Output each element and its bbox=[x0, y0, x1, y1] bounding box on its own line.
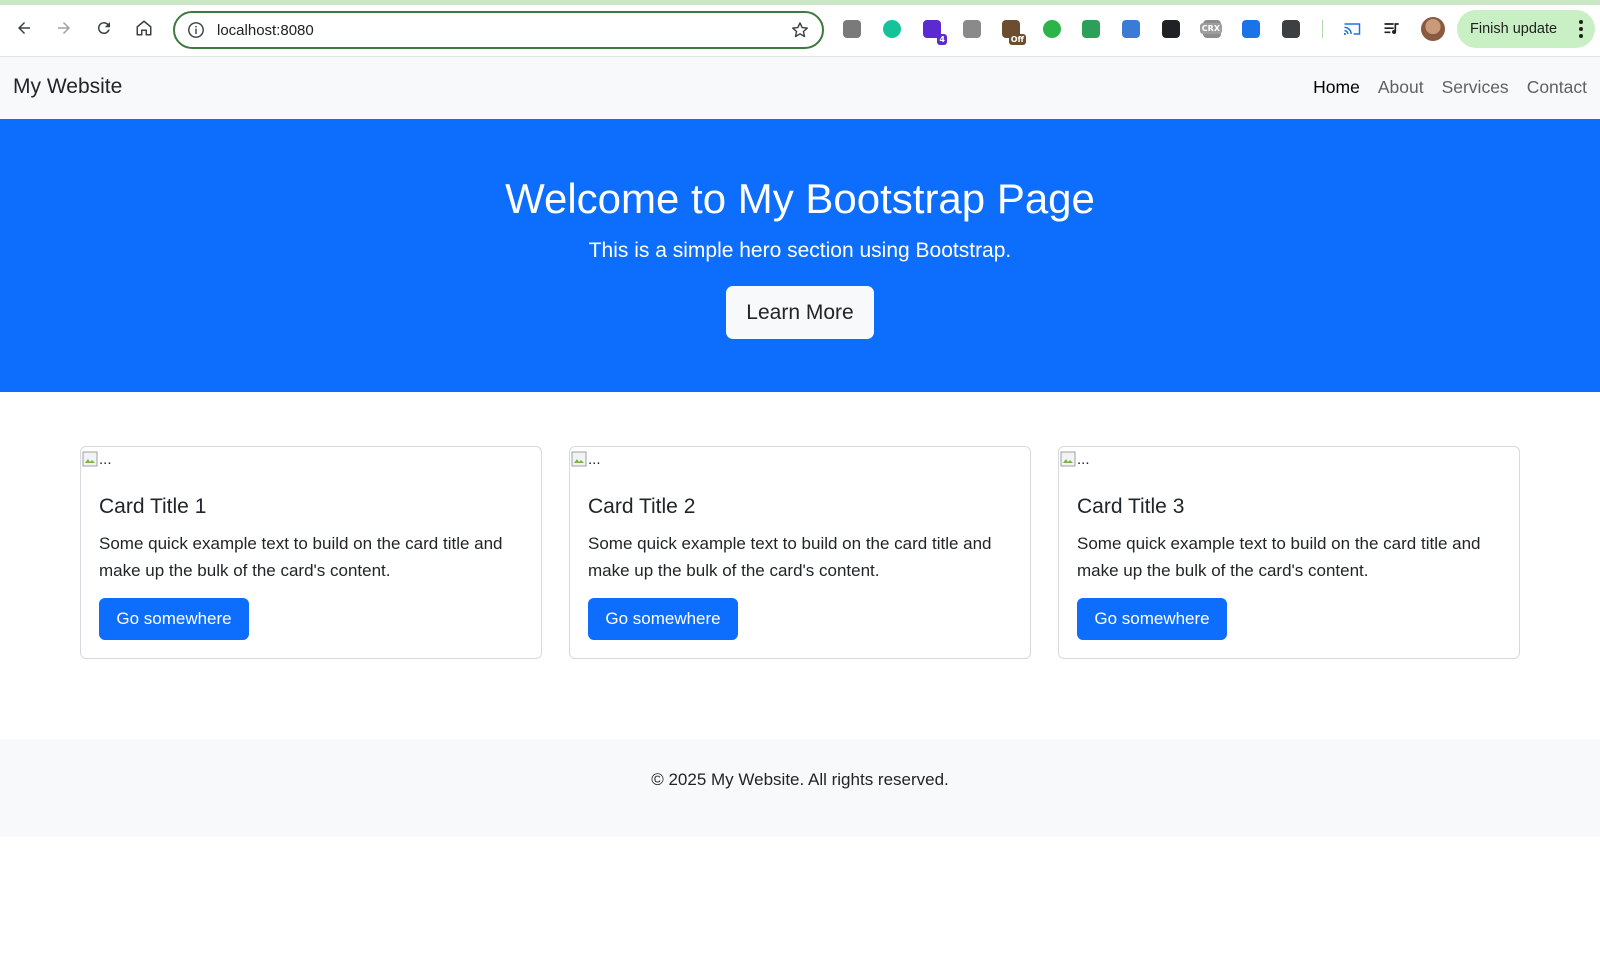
home-button[interactable] bbox=[132, 16, 156, 40]
shield-ext-glyph bbox=[1043, 20, 1061, 38]
card-image: ... bbox=[571, 448, 601, 470]
nav-links: Home About Services Contact bbox=[1313, 77, 1587, 98]
grammarly-glyph bbox=[883, 20, 901, 38]
hat-ext-icon[interactable]: 4 bbox=[921, 18, 947, 45]
reload-icon bbox=[97, 22, 110, 35]
card-image-alt: ... bbox=[99, 450, 112, 468]
card-text: Some quick example text to build on the … bbox=[1077, 534, 1481, 580]
extension-badge: 4 bbox=[937, 34, 947, 45]
card-2: ... Card Title 2 Some quick example text… bbox=[569, 446, 1031, 659]
broken-image-icon bbox=[571, 451, 587, 467]
card-image-alt: ... bbox=[1077, 450, 1090, 468]
tab-strip-edge bbox=[0, 0, 1600, 5]
profile-avatar[interactable] bbox=[1421, 17, 1445, 41]
blue-puzzle-ext-icon[interactable] bbox=[1240, 18, 1262, 40]
broken-image-icon bbox=[1060, 451, 1076, 467]
forward-button[interactable] bbox=[52, 16, 76, 40]
camera-ext-glyph bbox=[963, 20, 981, 38]
color-wheel-ext-glyph bbox=[1122, 20, 1140, 38]
card-text: Some quick example text to build on the … bbox=[588, 534, 992, 580]
puzzle-ext-glyph bbox=[843, 20, 861, 38]
finish-update-label: Finish update bbox=[1470, 21, 1558, 37]
dark-ext-icon[interactable] bbox=[1160, 18, 1182, 40]
nav-link-about[interactable]: About bbox=[1378, 77, 1424, 98]
go-somewhere-button[interactable]: Go somewhere bbox=[588, 598, 738, 640]
hero-subtitle: This is a simple hero section using Boot… bbox=[588, 239, 1012, 262]
cast-icon bbox=[1343, 23, 1361, 36]
color-wheel-ext-icon[interactable] bbox=[1120, 18, 1142, 40]
back-button[interactable] bbox=[12, 16, 36, 40]
site-footer: © 2025 My Website. All rights reserved. bbox=[0, 739, 1600, 837]
camera-ext-icon[interactable] bbox=[961, 18, 983, 40]
card-3: ... Card Title 3 Some quick example text… bbox=[1058, 446, 1520, 659]
dark-ext-glyph bbox=[1162, 20, 1180, 38]
card-image: ... bbox=[1060, 448, 1090, 470]
robot-ext-glyph bbox=[1082, 20, 1100, 38]
site-navbar: My Website Home About Services Contact bbox=[0, 57, 1600, 119]
card-text: Some quick example text to build on the … bbox=[99, 534, 503, 580]
extensions-icon[interactable] bbox=[1280, 18, 1302, 40]
extension-badge: CRX bbox=[1199, 23, 1222, 34]
navbar-brand[interactable]: My Website bbox=[13, 75, 122, 99]
crx-ext-icon[interactable]: CRX bbox=[1199, 18, 1223, 40]
nav-link-contact[interactable]: Contact bbox=[1527, 77, 1587, 98]
cast-button[interactable] bbox=[1341, 18, 1363, 40]
card-1: ... Card Title 1 Some quick example text… bbox=[80, 446, 542, 659]
reload-button[interactable] bbox=[92, 16, 116, 40]
bookmark-star-icon[interactable] bbox=[790, 20, 810, 40]
hero-section: Welcome to My Bootstrap Page This is a s… bbox=[0, 119, 1600, 392]
forward-arrow-icon bbox=[58, 22, 70, 34]
home-icon bbox=[136, 20, 152, 36]
finish-update-button[interactable]: Finish update bbox=[1457, 10, 1595, 48]
address-bar[interactable]: localhost:8080 bbox=[173, 11, 824, 49]
media-controls-button[interactable] bbox=[1381, 18, 1403, 40]
robot-ext-icon[interactable] bbox=[1080, 18, 1102, 40]
card-title: Card Title 1 bbox=[99, 495, 207, 518]
puzzle-ext-icon[interactable] bbox=[841, 18, 863, 40]
card-title: Card Title 3 bbox=[1077, 495, 1185, 518]
footer-copyright: © 2025 My Website. All rights reserved. bbox=[651, 770, 949, 789]
card-image: ... bbox=[82, 448, 112, 470]
broken-image-icon bbox=[82, 451, 98, 467]
toolbar-separator bbox=[1322, 20, 1323, 38]
grammarly-icon[interactable] bbox=[881, 18, 903, 40]
shield-ext-icon[interactable] bbox=[1041, 18, 1063, 40]
site-info-icon[interactable] bbox=[187, 21, 205, 39]
toggle-ext-icon[interactable]: Off bbox=[1000, 18, 1026, 45]
card-image-alt: ... bbox=[588, 450, 601, 468]
go-somewhere-button[interactable]: Go somewhere bbox=[1077, 598, 1227, 640]
learn-more-button[interactable]: Learn More bbox=[726, 286, 874, 339]
back-arrow-icon bbox=[18, 22, 30, 34]
hero-title: Welcome to My Bootstrap Page bbox=[505, 175, 1095, 222]
nav-link-services[interactable]: Services bbox=[1442, 77, 1509, 98]
more-menu-icon[interactable] bbox=[1579, 20, 1583, 38]
extension-badge: Off bbox=[1008, 34, 1026, 45]
card-title: Card Title 2 bbox=[588, 495, 696, 518]
blue-puzzle-ext-glyph bbox=[1242, 20, 1260, 38]
url-text[interactable]: localhost:8080 bbox=[217, 22, 790, 39]
go-somewhere-button[interactable]: Go somewhere bbox=[99, 598, 249, 640]
nav-link-home[interactable]: Home bbox=[1313, 77, 1360, 98]
extensions-glyph bbox=[1282, 20, 1300, 38]
browser-toolbar: localhost:8080 4 Off CRX Finish update bbox=[0, 0, 1600, 57]
playlist-icon bbox=[1384, 23, 1399, 35]
